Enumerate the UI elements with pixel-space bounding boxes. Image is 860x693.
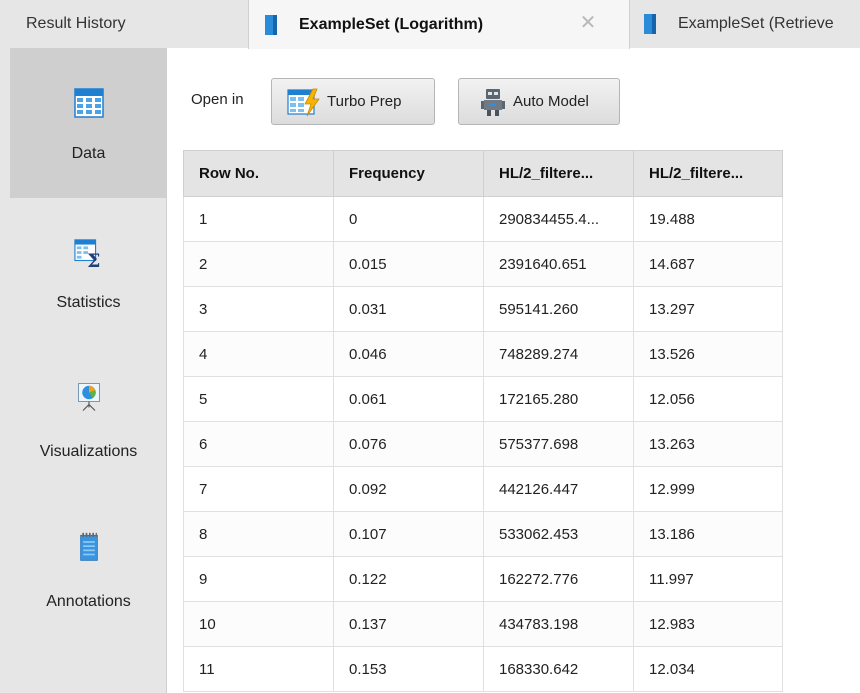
table-cell[interactable]: 290834455.4...: [483, 196, 634, 242]
sidebar-item-visualizations[interactable]: Visualizations: [10, 348, 167, 498]
table-cell[interactable]: 748289.274: [483, 331, 634, 377]
table-row[interactable]: 3 0.031 595141.260 13.297: [183, 286, 783, 332]
turbo-prep-icon: [287, 88, 320, 116]
table-cell[interactable]: 0.015: [333, 241, 484, 287]
table-row[interactable]: 8 0.107 533062.453 13.186: [183, 511, 783, 557]
table-cell[interactable]: 13.263: [633, 421, 783, 467]
table-cell[interactable]: 0: [333, 196, 484, 242]
table-row[interactable]: 1 0 290834455.4... 19.488: [183, 196, 783, 242]
turbo-prep-button[interactable]: Turbo Prep: [271, 78, 435, 125]
sidebar-item-annotations-label: Annotations: [46, 593, 131, 610]
table-cell[interactable]: 11.997: [633, 556, 783, 602]
table-cell[interactable]: 3: [183, 286, 334, 332]
pie-chart-easel-icon: [77, 383, 100, 411]
table-cell[interactable]: 13.526: [633, 331, 783, 377]
table-cell[interactable]: 12.983: [633, 601, 783, 647]
table-cell[interactable]: 575377.698: [483, 421, 634, 467]
table-cell[interactable]: 7: [183, 466, 334, 512]
table-grid-icon: [73, 88, 104, 118]
table-cell[interactable]: 168330.642: [483, 646, 634, 692]
table-row[interactable]: 9 0.122 162272.776 11.997: [183, 556, 783, 602]
table-row[interactable]: 4 0.046 748289.274 13.526: [183, 331, 783, 377]
table-cell[interactable]: 13.297: [633, 286, 783, 332]
statistics-sigma-icon: Σ: [73, 239, 100, 268]
table-cell[interactable]: 9: [183, 556, 334, 602]
table-cell[interactable]: 1: [183, 196, 334, 242]
notepad-icon: [79, 532, 98, 561]
table-cell[interactable]: 172165.280: [483, 376, 634, 422]
auto-model-label: Auto Model: [513, 93, 589, 110]
tab-result-history[interactable]: Result History: [0, 0, 248, 48]
sidebar-item-statistics-label: Statistics: [56, 294, 121, 311]
table-cell[interactable]: 11: [183, 646, 334, 692]
table-cell[interactable]: 533062.453: [483, 511, 634, 557]
column-header-hl2-filtered-2[interactable]: HL/2_filtere...: [633, 150, 783, 197]
exampleset-icon: [644, 14, 656, 34]
tab-exampleset-retrieve[interactable]: ExampleSet (Retrieve: [630, 0, 860, 48]
table-cell[interactable]: 14.687: [633, 241, 783, 287]
table-cell[interactable]: 12.999: [633, 466, 783, 512]
table-cell[interactable]: 0.107: [333, 511, 484, 557]
table-body: 1 0 290834455.4... 19.488 2 0.015 2391640.651 1…: [183, 196, 783, 692]
table-cell[interactable]: 4: [183, 331, 334, 377]
sidebar-item-visualizations-label: Visualizations: [39, 443, 138, 460]
table-cell[interactable]: 0.061: [333, 376, 484, 422]
table-cell[interactable]: 13.186: [633, 511, 783, 557]
table-cell[interactable]: 0.122: [333, 556, 484, 602]
table-row[interactable]: 11 0.153 168330.642 12.034: [183, 646, 783, 692]
table-cell[interactable]: 162272.776: [483, 556, 634, 602]
sidebar-item-data-label: Data: [71, 145, 106, 162]
close-icon[interactable]: ✕: [577, 12, 599, 34]
tab-exampleset-logarithm-label: ExampleSet (Logarithm): [299, 15, 484, 33]
table-cell[interactable]: 6: [183, 421, 334, 467]
exampleset-icon: [265, 14, 277, 35]
table-cell[interactable]: 0.076: [333, 421, 484, 467]
tab-exampleset-logarithm[interactable]: ExampleSet (Logarithm) ✕: [248, 0, 630, 49]
data-table: Row No. Frequency HL/2_filtere... HL/2_f…: [183, 150, 783, 692]
table-cell[interactable]: 0.153: [333, 646, 484, 692]
table-row[interactable]: 5 0.061 172165.280 12.056: [183, 376, 783, 422]
table-cell[interactable]: 0.092: [333, 466, 484, 512]
tab-exampleset-retrieve-label: ExampleSet (Retrieve: [678, 15, 834, 32]
table-cell[interactable]: 442126.447: [483, 466, 634, 512]
table-cell[interactable]: 12.034: [633, 646, 783, 692]
table-cell[interactable]: 2391640.651: [483, 241, 634, 287]
turbo-prep-label: Turbo Prep: [327, 93, 402, 110]
results-tab-bar: Result History ExampleSet (Logarithm) ✕ …: [0, 0, 860, 49]
table-row[interactable]: 10 0.137 434783.198 12.983: [183, 601, 783, 647]
table-cell[interactable]: 8: [183, 511, 334, 557]
sidebar-item-annotations[interactable]: Annotations: [10, 498, 167, 648]
robot-icon: [481, 88, 505, 116]
table-row[interactable]: 7 0.092 442126.447 12.999: [183, 466, 783, 512]
table-cell[interactable]: 0.137: [333, 601, 484, 647]
column-header-frequency[interactable]: Frequency: [333, 150, 484, 197]
table-cell[interactable]: 19.488: [633, 196, 783, 242]
table-cell[interactable]: 2: [183, 241, 334, 287]
table-cell[interactable]: 12.056: [633, 376, 783, 422]
open-in-label: Open in: [191, 91, 244, 108]
tab-result-history-label: Result History: [26, 15, 126, 32]
column-header-hl2-filtered-1[interactable]: HL/2_filtere...: [483, 150, 634, 197]
sidebar-item-statistics[interactable]: Σ Statistics: [10, 198, 167, 348]
table-cell[interactable]: 0.046: [333, 331, 484, 377]
table-cell[interactable]: 0.031: [333, 286, 484, 332]
table-row[interactable]: 6 0.076 575377.698 13.263: [183, 421, 783, 467]
table-cell[interactable]: 5: [183, 376, 334, 422]
auto-model-button[interactable]: Auto Model: [458, 78, 620, 125]
table-header-row: Row No. Frequency HL/2_filtere... HL/2_f…: [183, 150, 783, 197]
sidebar-item-data[interactable]: Data: [10, 48, 167, 198]
result-view-sidebar: Data Σ Statistics Visualizations Annotat…: [0, 48, 167, 693]
table-cell[interactable]: 10: [183, 601, 334, 647]
table-row[interactable]: 2 0.015 2391640.651 14.687: [183, 241, 783, 287]
column-header-row-no[interactable]: Row No.: [183, 150, 334, 197]
svg-text:Σ: Σ: [87, 250, 100, 268]
table-cell[interactable]: 434783.198: [483, 601, 634, 647]
table-cell[interactable]: 595141.260: [483, 286, 634, 332]
